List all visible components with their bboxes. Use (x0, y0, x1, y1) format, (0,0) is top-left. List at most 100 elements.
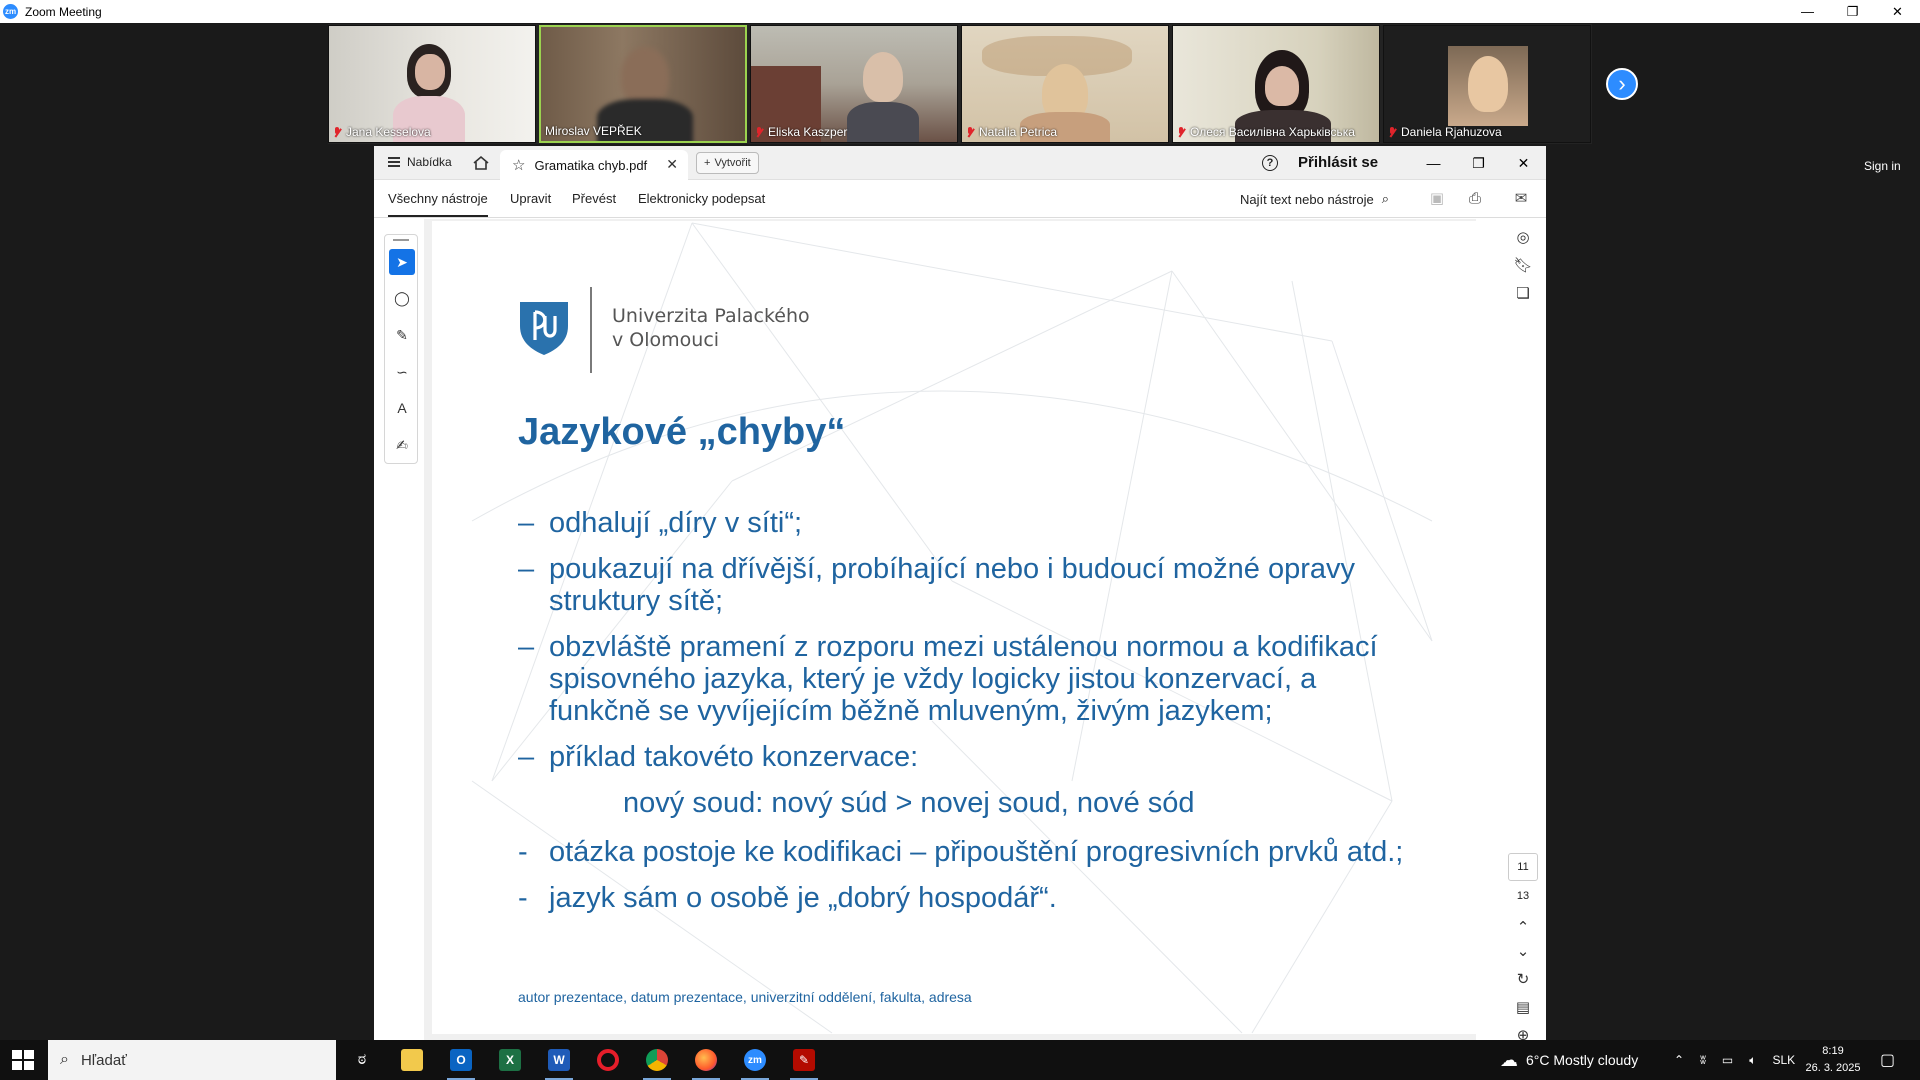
participant-name-label: Natalia Petrica (966, 125, 1057, 139)
create-button[interactable]: + Vytvořit (696, 152, 759, 174)
tab-edit[interactable]: Upravit (510, 191, 551, 206)
bullet-item: – poukazují na dřívější, probíhající nebo… (518, 553, 1418, 617)
acrobat-restore-button[interactable]: ❐ (1456, 146, 1501, 180)
select-cursor-icon[interactable]: ➤ (389, 249, 415, 275)
window-title: Zoom Meeting (25, 4, 102, 19)
document-tab[interactable]: ☆ Gramatika chyb.pdf ✕ (500, 150, 688, 180)
system-tray-icons: ⌃ ʬ ▭ 🔈︎ SLK (1674, 1040, 1795, 1080)
current-page-number[interactable]: 11 (1508, 853, 1538, 881)
close-button[interactable]: ✕ (1875, 0, 1920, 23)
next-participants-arrow-icon[interactable]: › (1606, 68, 1638, 100)
bullet-text: nový soud: nový súd > novej soud, nové s… (623, 787, 1195, 819)
star-icon[interactable]: ☆ (512, 156, 525, 174)
bullet-item: – odhalují „díry v síti“; (518, 507, 1418, 539)
participant-tile[interactable]: Олеся Василівна Харьківська (1172, 25, 1380, 143)
slide-title: Jazykové „chyby“ (518, 411, 846, 453)
zoom-taskbar-icon[interactable]: zm (735, 1045, 775, 1080)
word-icon[interactable]: W (539, 1045, 579, 1080)
bullet-item: - jazyk sám o osobě je „dobrý hospodář“. (518, 882, 1418, 914)
acrobat-tab-bar: Nabídka ☆ Gramatika chyb.pdf ✕ + Vytvoři… (374, 146, 1546, 180)
participant-name-label: Eliska Kaszper (755, 125, 847, 139)
find-text-or-tools[interactable]: Najít text nebo nástroje ⌕ (1240, 191, 1389, 207)
restore-button[interactable]: ❐ (1830, 0, 1875, 23)
participant-tile[interactable]: Miroslav VEPŘEK (539, 25, 747, 143)
email-icon[interactable]: ✉ (1512, 189, 1530, 207)
widgets-icon[interactable]: ಠ (342, 1045, 382, 1075)
search-icon: ⌕ (1381, 191, 1389, 206)
acrobat-sign-in-button[interactable]: Přihlásit se (1298, 154, 1378, 171)
participant-tile[interactable]: Eliska Kaszper (750, 25, 958, 143)
bullet-dash: - (518, 882, 528, 914)
acrobat-window-controls: — ❐ ✕ (1411, 146, 1546, 180)
highlight-pen-icon[interactable]: ✎ (389, 322, 415, 348)
windows-start-icon[interactable] (12, 1050, 34, 1070)
tab-e-sign[interactable]: Elektronicky podepsat (638, 191, 765, 206)
excel-icon[interactable]: X (490, 1045, 530, 1075)
close-tab-icon[interactable]: ✕ (666, 156, 678, 173)
acrobat-taskbar-icon[interactable]: ✎ (784, 1045, 824, 1080)
tab-convert[interactable]: Převést (572, 191, 616, 206)
slide-footer: autor prezentace, datum prezentace, univ… (518, 989, 972, 1005)
volume-icon[interactable]: 🔈︎ (1749, 1053, 1756, 1068)
bullet-dash: – (518, 507, 535, 539)
fill-sign-icon[interactable]: ✍ (389, 432, 415, 458)
acrobat-minimize-button[interactable]: — (1411, 146, 1456, 180)
participant-tile[interactable]: Natalia Petrica (961, 25, 1169, 143)
document-canvas[interactable]: Univerzita Palackého v Olomouci Jazykové… (424, 219, 1488, 1040)
language-indicator[interactable]: SLK (1772, 1053, 1795, 1067)
firefox-icon[interactable] (686, 1045, 726, 1080)
bullet-text: příklad takovéto konzervace: (549, 741, 919, 773)
zoom-in-icon[interactable]: ⊕ (1514, 1026, 1532, 1040)
previous-page-icon[interactable]: ⌃ (1514, 918, 1532, 936)
muted-mic-icon (966, 126, 975, 138)
zoom-app-icon: zm (3, 4, 18, 19)
bullet-text: obzvláště pramení z rozporu mezi ustálen… (549, 631, 1378, 727)
participant-tile[interactable]: Daniela Rjahuzova (1383, 25, 1591, 143)
rail-drag-handle[interactable] (393, 239, 409, 241)
network-icon[interactable]: ʬ (1700, 1053, 1706, 1067)
minimize-button[interactable]: — (1785, 0, 1830, 23)
chrome-icon[interactable] (637, 1045, 677, 1080)
help-icon[interactable]: ? (1262, 155, 1278, 171)
device-icon[interactable]: ▭ (1722, 1053, 1733, 1067)
participant-name-label: Олеся Василівна Харьківська (1177, 125, 1355, 139)
tab-all-tools[interactable]: Všechny nástroje (388, 191, 488, 217)
window-controls: — ❐ ✕ (1785, 0, 1920, 23)
acrobat-close-button[interactable]: ✕ (1501, 146, 1546, 180)
bullet-dash: - (518, 836, 528, 868)
zoom-sign-in-link[interactable]: Sign in (1864, 159, 1901, 173)
participant-name-label: Jana Kesselova (333, 125, 431, 139)
menu-button[interactable]: Nabídka (388, 155, 452, 169)
add-text-icon[interactable]: A (389, 395, 415, 421)
muted-mic-icon (1177, 126, 1186, 138)
add-comment-icon[interactable]: ◯ (389, 285, 415, 311)
pdf-page: Univerzita Palackého v Olomouci Jazykové… (432, 221, 1488, 1034)
print-icon[interactable]: ⎙ (1466, 189, 1484, 207)
page-display-icon[interactable]: ▤ (1514, 998, 1532, 1016)
show-hidden-icons-icon[interactable]: ⌃ (1674, 1053, 1684, 1067)
bookmarks-icon[interactable]: 🔖︎ (1513, 256, 1532, 274)
next-page-icon[interactable]: ⌄ (1514, 942, 1532, 960)
bullet-dash: – (518, 631, 535, 663)
bullet-item: – příklad takovéto konzervace: (518, 741, 1418, 773)
bullet-item: - otázka postoje ke kodifikaci – připoušt… (518, 836, 1418, 868)
taskbar-clock[interactable]: 8:19 26. 3. 2025 (1800, 1043, 1866, 1077)
copy-pages-icon[interactable]: ❏ (1514, 284, 1532, 302)
windows-taskbar: ⌕ Hľadať ಠ O X W zm ✎ ☁ 6°C Mostly cloud… (0, 1040, 1920, 1080)
opera-icon[interactable] (588, 1045, 628, 1075)
participant-tile[interactable]: Jana Kesselova (328, 25, 536, 143)
notifications-icon[interactable]: ▢ (1880, 1040, 1895, 1080)
draw-freeform-icon[interactable]: ∽ (389, 359, 415, 385)
home-icon[interactable] (472, 154, 490, 172)
weather-widget[interactable]: ☁ 6°C Mostly cloudy (1500, 1040, 1638, 1080)
taskbar-search-box[interactable]: ⌕ Hľadať (48, 1040, 336, 1080)
bullet-text: poukazují na dřívější, probíhající nebo … (549, 553, 1356, 617)
save-icon[interactable]: ▣ (1428, 189, 1446, 207)
outlook-icon[interactable]: O (441, 1045, 481, 1080)
bullet-text: odhalují „díry v síti“; (549, 507, 803, 539)
comment-panel-icon[interactable]: ◎ (1514, 228, 1532, 246)
file-explorer-icon[interactable] (392, 1045, 432, 1075)
rotate-icon[interactable]: ↻ (1514, 970, 1532, 988)
participant-name-label: Miroslav VEPŘEK (545, 124, 642, 138)
university-name: Univerzita Palackého v Olomouci (612, 305, 810, 351)
